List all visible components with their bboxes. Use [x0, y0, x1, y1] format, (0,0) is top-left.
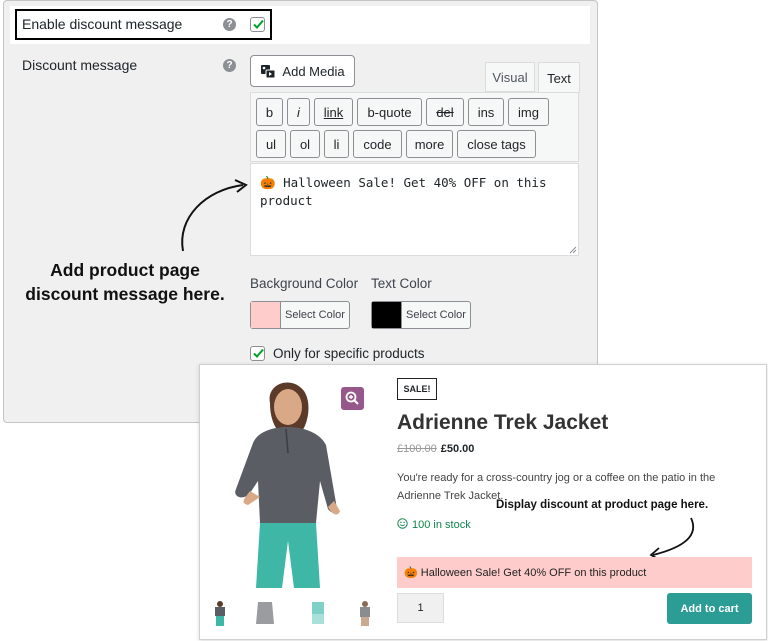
- help-icon[interactable]: ?: [223, 59, 236, 72]
- zoom-button[interactable]: [341, 387, 364, 410]
- toolbar-close-tags-button[interactable]: close tags: [457, 130, 536, 158]
- old-price: £100.00: [397, 443, 437, 455]
- product-callout: Display discount at product page here.: [496, 499, 709, 511]
- product-title: Adrienne Trek Jacket: [397, 411, 609, 434]
- product-thumbnail[interactable]: [254, 600, 276, 626]
- checkmark-icon: [253, 19, 264, 29]
- admin-callout-line1: Add product page: [50, 260, 200, 280]
- message-editor-textarea[interactable]: 🎃 Halloween Sale! Get 40% OFF on this pr…: [250, 163, 579, 256]
- resize-handle-icon[interactable]: [569, 246, 577, 254]
- toolbar-ins-button[interactable]: ins: [468, 98, 504, 126]
- toolbar-code-button[interactable]: code: [353, 130, 402, 158]
- discount-message-bar: 🎃 Halloween Sale! Get 40% OFF on this pr…: [397, 557, 752, 588]
- toolbar-more-button[interactable]: more: [406, 130, 453, 158]
- add-media-label: Add Media: [282, 63, 345, 79]
- toolbar-italic-button[interactable]: i: [287, 98, 310, 126]
- product-thumbnail[interactable]: [309, 600, 327, 626]
- curved-arrow-icon: [649, 517, 695, 561]
- product-thumbnail[interactable]: [212, 600, 228, 626]
- stock-text: 100 in stock: [412, 519, 471, 531]
- toolbar-del-button[interactable]: del: [426, 98, 464, 126]
- admin-callout: Add product page discount message here.: [0, 258, 250, 306]
- product-price: £100.00 £50.00: [397, 443, 474, 455]
- help-icon[interactable]: ?: [223, 18, 236, 31]
- sale-price: £50.00: [440, 443, 475, 455]
- text-color-picker[interactable]: Select Color: [371, 301, 471, 329]
- tab-text[interactable]: Text: [538, 62, 580, 93]
- discount-message-label: Discount message: [22, 57, 138, 73]
- toolbar-bquote-button[interactable]: b-quote: [357, 98, 422, 126]
- toolbar-ul-button[interactable]: ul: [256, 130, 286, 158]
- toolbar-bold-button[interactable]: b: [256, 98, 283, 126]
- background-color-swatch: [251, 302, 281, 328]
- quantity-input[interactable]: 1: [397, 593, 444, 623]
- admin-callout-line2: discount message here.: [25, 284, 225, 304]
- media-icon: [261, 65, 276, 79]
- select-color-label: Select Color: [285, 309, 345, 321]
- toolbar-ol-button[interactable]: ol: [290, 130, 320, 158]
- add-media-button[interactable]: Add Media: [250, 55, 355, 87]
- background-color-picker[interactable]: Select Color: [250, 301, 350, 329]
- specific-products-checkbox[interactable]: [250, 346, 265, 361]
- zoom-in-icon: [345, 391, 359, 405]
- toolbar-link-button[interactable]: link: [314, 98, 353, 126]
- curved-arrow-icon: [181, 179, 248, 252]
- product-thumbnail[interactable]: [357, 600, 373, 626]
- toolbar-li-button[interactable]: li: [324, 130, 349, 158]
- stock-status: 100 in stock: [397, 518, 471, 531]
- text-color-swatch: [372, 302, 402, 328]
- checkmark-icon: [253, 348, 264, 358]
- enable-discount-label: Enable discount message: [22, 16, 183, 32]
- specific-products-label: Only for specific products: [273, 346, 425, 361]
- toolbar-img-button[interactable]: img: [508, 98, 549, 126]
- enable-discount-checkbox[interactable]: [250, 17, 265, 32]
- sale-badge: SALE!: [397, 378, 437, 400]
- tab-visual[interactable]: Visual: [485, 62, 535, 92]
- add-to-cart-button[interactable]: Add to cart: [667, 593, 752, 624]
- text-color-label: Text Color: [371, 276, 432, 291]
- smile-icon: [397, 518, 408, 529]
- select-color-label: Select Color: [406, 309, 466, 321]
- background-color-label: Background Color: [250, 276, 359, 291]
